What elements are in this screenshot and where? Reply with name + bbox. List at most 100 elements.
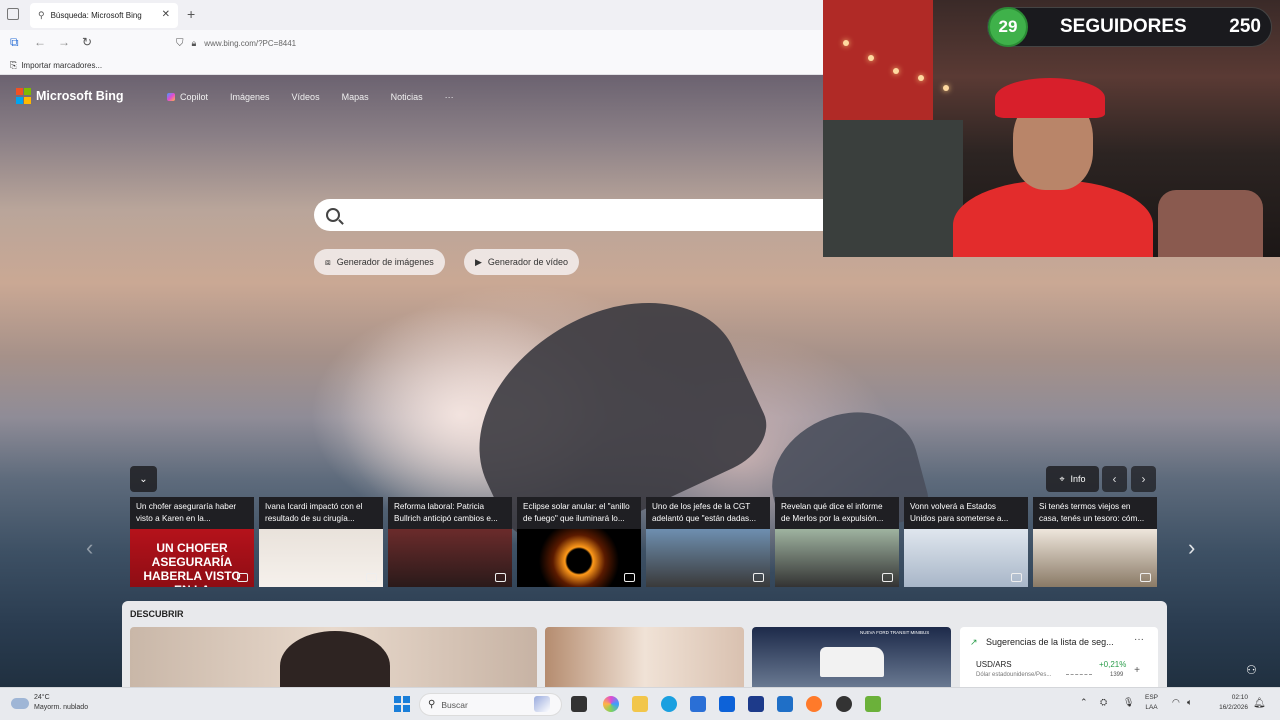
news-headline: Vonn volverá a Estados Unidos para somet… <box>910 502 1009 523</box>
feedback-icon[interactable]: ⚇ <box>1246 663 1257 677</box>
save-icon[interactable] <box>753 573 764 582</box>
video-generator-label: Generador de vídeo <box>487 257 568 267</box>
start-button[interactable] <box>394 696 410 712</box>
nav-videos[interactable]: Vídeos <box>292 92 320 102</box>
news-card[interactable]: Ivana Icardi impactó con el resultado de… <box>259 497 383 587</box>
webcam-overlay: 29 SEGUIDORES 250 <box>823 0 1280 257</box>
task-view-icon[interactable] <box>571 696 587 712</box>
microsoft-store-icon[interactable] <box>690 696 706 712</box>
save-icon[interactable] <box>882 573 893 582</box>
currency-pair: USD/ARS <box>976 660 1012 669</box>
news-card[interactable]: Reforma laboral: Patricia Bullrich antic… <box>388 497 512 587</box>
currency-value: 1399 <box>1110 672 1124 678</box>
firefox-icon[interactable] <box>806 696 822 712</box>
news-thumbnail <box>904 529 1028 587</box>
nav-images[interactable]: Imágenes <box>230 92 270 102</box>
weather-widget[interactable]: 24°C Mayorm. nublado <box>11 693 88 713</box>
trending-up-icon: ↗ <box>970 637 978 647</box>
browser-tab-bing[interactable]: ⚲ Búsqueda: Microsoft Bing ✕ <box>30 3 178 28</box>
news-headline: Eclipse solar anular: el "anillo de fueg… <box>523 502 630 523</box>
news-card[interactable]: Revelan qué dice el informe de Merlos po… <box>775 497 899 587</box>
news-headline: Si tenés termos viejos en casa, tenés un… <box>1039 502 1145 523</box>
save-icon[interactable] <box>1140 573 1151 582</box>
minecraft-icon[interactable] <box>865 696 881 712</box>
microsoft-logo-icon <box>16 88 32 104</box>
tab-title: Búsqueda: Microsoft Bing <box>50 11 142 20</box>
import-bookmarks-link[interactable]: Importar marcadores... <box>21 61 102 70</box>
show-hidden-icons-icon[interactable]: ⌃ <box>1080 697 1088 708</box>
tray-app-icon[interactable]: ⛭ <box>1100 697 1107 708</box>
more-options-icon[interactable]: ··· <box>1134 634 1144 645</box>
currency-description: Dólar estadounidense/Pes... <box>976 672 1052 678</box>
save-icon[interactable] <box>237 573 248 582</box>
obs-icon[interactable] <box>836 696 852 712</box>
previous-image-button[interactable]: ‹ <box>1102 466 1127 492</box>
edge-browser-icon[interactable] <box>661 696 677 712</box>
back-icon[interactable]: ← <box>34 35 46 49</box>
discover-card-caption: NUEVA FORD TRANSIT MINIBUS <box>860 630 930 635</box>
discover-card[interactable] <box>130 627 537 687</box>
watchlist-title: Sugerencias de la lista de seg... <box>986 637 1114 647</box>
add-to-watchlist-icon[interactable]: + <box>1134 665 1140 676</box>
watchlist-card[interactable]: ↗ Sugerencias de la lista de seg... ··· … <box>960 627 1158 687</box>
cam-person-shirt <box>953 180 1153 257</box>
nav-more[interactable]: ··· <box>445 92 454 102</box>
file-explorer-icon[interactable] <box>632 696 648 712</box>
nav-news[interactable]: Noticias <box>391 92 423 102</box>
next-image-button[interactable]: › <box>1131 466 1156 492</box>
save-icon[interactable] <box>1011 573 1022 582</box>
tab-list-button[interactable] <box>7 8 19 20</box>
new-tab-button[interactable]: + <box>187 6 195 22</box>
clock-date: 16/2/2026 <box>1219 704 1248 711</box>
nav-copilot[interactable]: Copilot <box>167 92 208 102</box>
sidebar-toggle-icon[interactable]: ⧉ <box>10 35 19 50</box>
image-generator-label: Generador de imágenes <box>336 257 434 267</box>
van-image <box>820 647 884 677</box>
news-card[interactable]: Un chofer aseguraría haber visto a Karen… <box>130 497 254 587</box>
dropbox-icon[interactable] <box>719 696 735 712</box>
microphone-icon[interactable]: 🎙︎ <box>1123 697 1134 708</box>
notification-icon[interactable]: 🔔︎ <box>1253 698 1266 709</box>
search-box[interactable] <box>314 199 834 231</box>
outlook-icon[interactable] <box>777 696 793 712</box>
sparkline-icon <box>1066 661 1092 675</box>
save-icon[interactable] <box>366 573 377 582</box>
news-card[interactable]: Eclipse solar anular: el "anillo de fueg… <box>517 497 641 587</box>
weather-temperature: 24°C <box>34 694 50 701</box>
cam-person-cap <box>995 78 1105 118</box>
info-button[interactable]: ⌖ Info <box>1046 466 1099 492</box>
collapse-news-button[interactable]: ⌄ <box>130 466 157 492</box>
cam-kitchen <box>823 120 963 257</box>
lock-icon: 🔒︎ <box>191 37 197 48</box>
news-scroll-right-icon[interactable]: › <box>1188 535 1195 561</box>
address-bar[interactable]: ⛉ 🔒︎ www.bing.com/?PC=8441 <box>176 33 876 53</box>
video-generator-button[interactable]: ▶ Generador de vídeo <box>464 249 579 275</box>
search-icon[interactable] <box>326 208 340 222</box>
b-app-icon[interactable] <box>748 696 764 712</box>
wifi-icon[interactable]: ◠ <box>1172 697 1180 708</box>
discover-card[interactable] <box>545 627 744 687</box>
volume-icon[interactable]: 🔈︎ <box>1187 697 1192 708</box>
news-thumbnail <box>388 529 512 587</box>
system-clock[interactable]: 02:10 16/2/2026 <box>1202 693 1248 713</box>
news-card[interactable]: Uno de los jefes de la CGT adelantó que … <box>646 497 770 587</box>
save-icon[interactable] <box>624 573 635 582</box>
reload-icon[interactable]: ↻ <box>82 35 92 49</box>
cloud-icon <box>11 697 29 709</box>
nav-maps[interactable]: Mapas <box>342 92 369 102</box>
language-indicator[interactable]: ESP LAA <box>1145 693 1158 713</box>
copilot-app-icon[interactable] <box>603 696 619 712</box>
weather-condition: Mayorm. nublado <box>34 704 89 711</box>
video-generator-icon: ▶ <box>475 256 482 267</box>
news-card[interactable]: Si tenés termos viejos en casa, tenés un… <box>1033 497 1157 587</box>
forward-icon[interactable]: → <box>58 35 70 49</box>
save-icon[interactable] <box>495 573 506 582</box>
news-scroll-left-icon[interactable]: ‹ <box>86 535 93 561</box>
discover-card[interactable]: NUEVA FORD TRANSIT MINIBUS <box>752 627 951 687</box>
discover-section: DESCUBRIR NUEVA FORD TRANSIT MINIBUS ↗ S… <box>122 601 1167 687</box>
news-card[interactable]: Vonn volverá a Estados Unidos para somet… <box>904 497 1028 587</box>
close-tab-icon[interactable]: ✕ <box>162 9 170 20</box>
bing-logo[interactable]: Microsoft Bing <box>16 88 124 104</box>
shield-icon[interactable]: ⛉ <box>176 38 184 49</box>
image-generator-button[interactable]: ⧈ Generador de imágenes <box>314 249 445 275</box>
